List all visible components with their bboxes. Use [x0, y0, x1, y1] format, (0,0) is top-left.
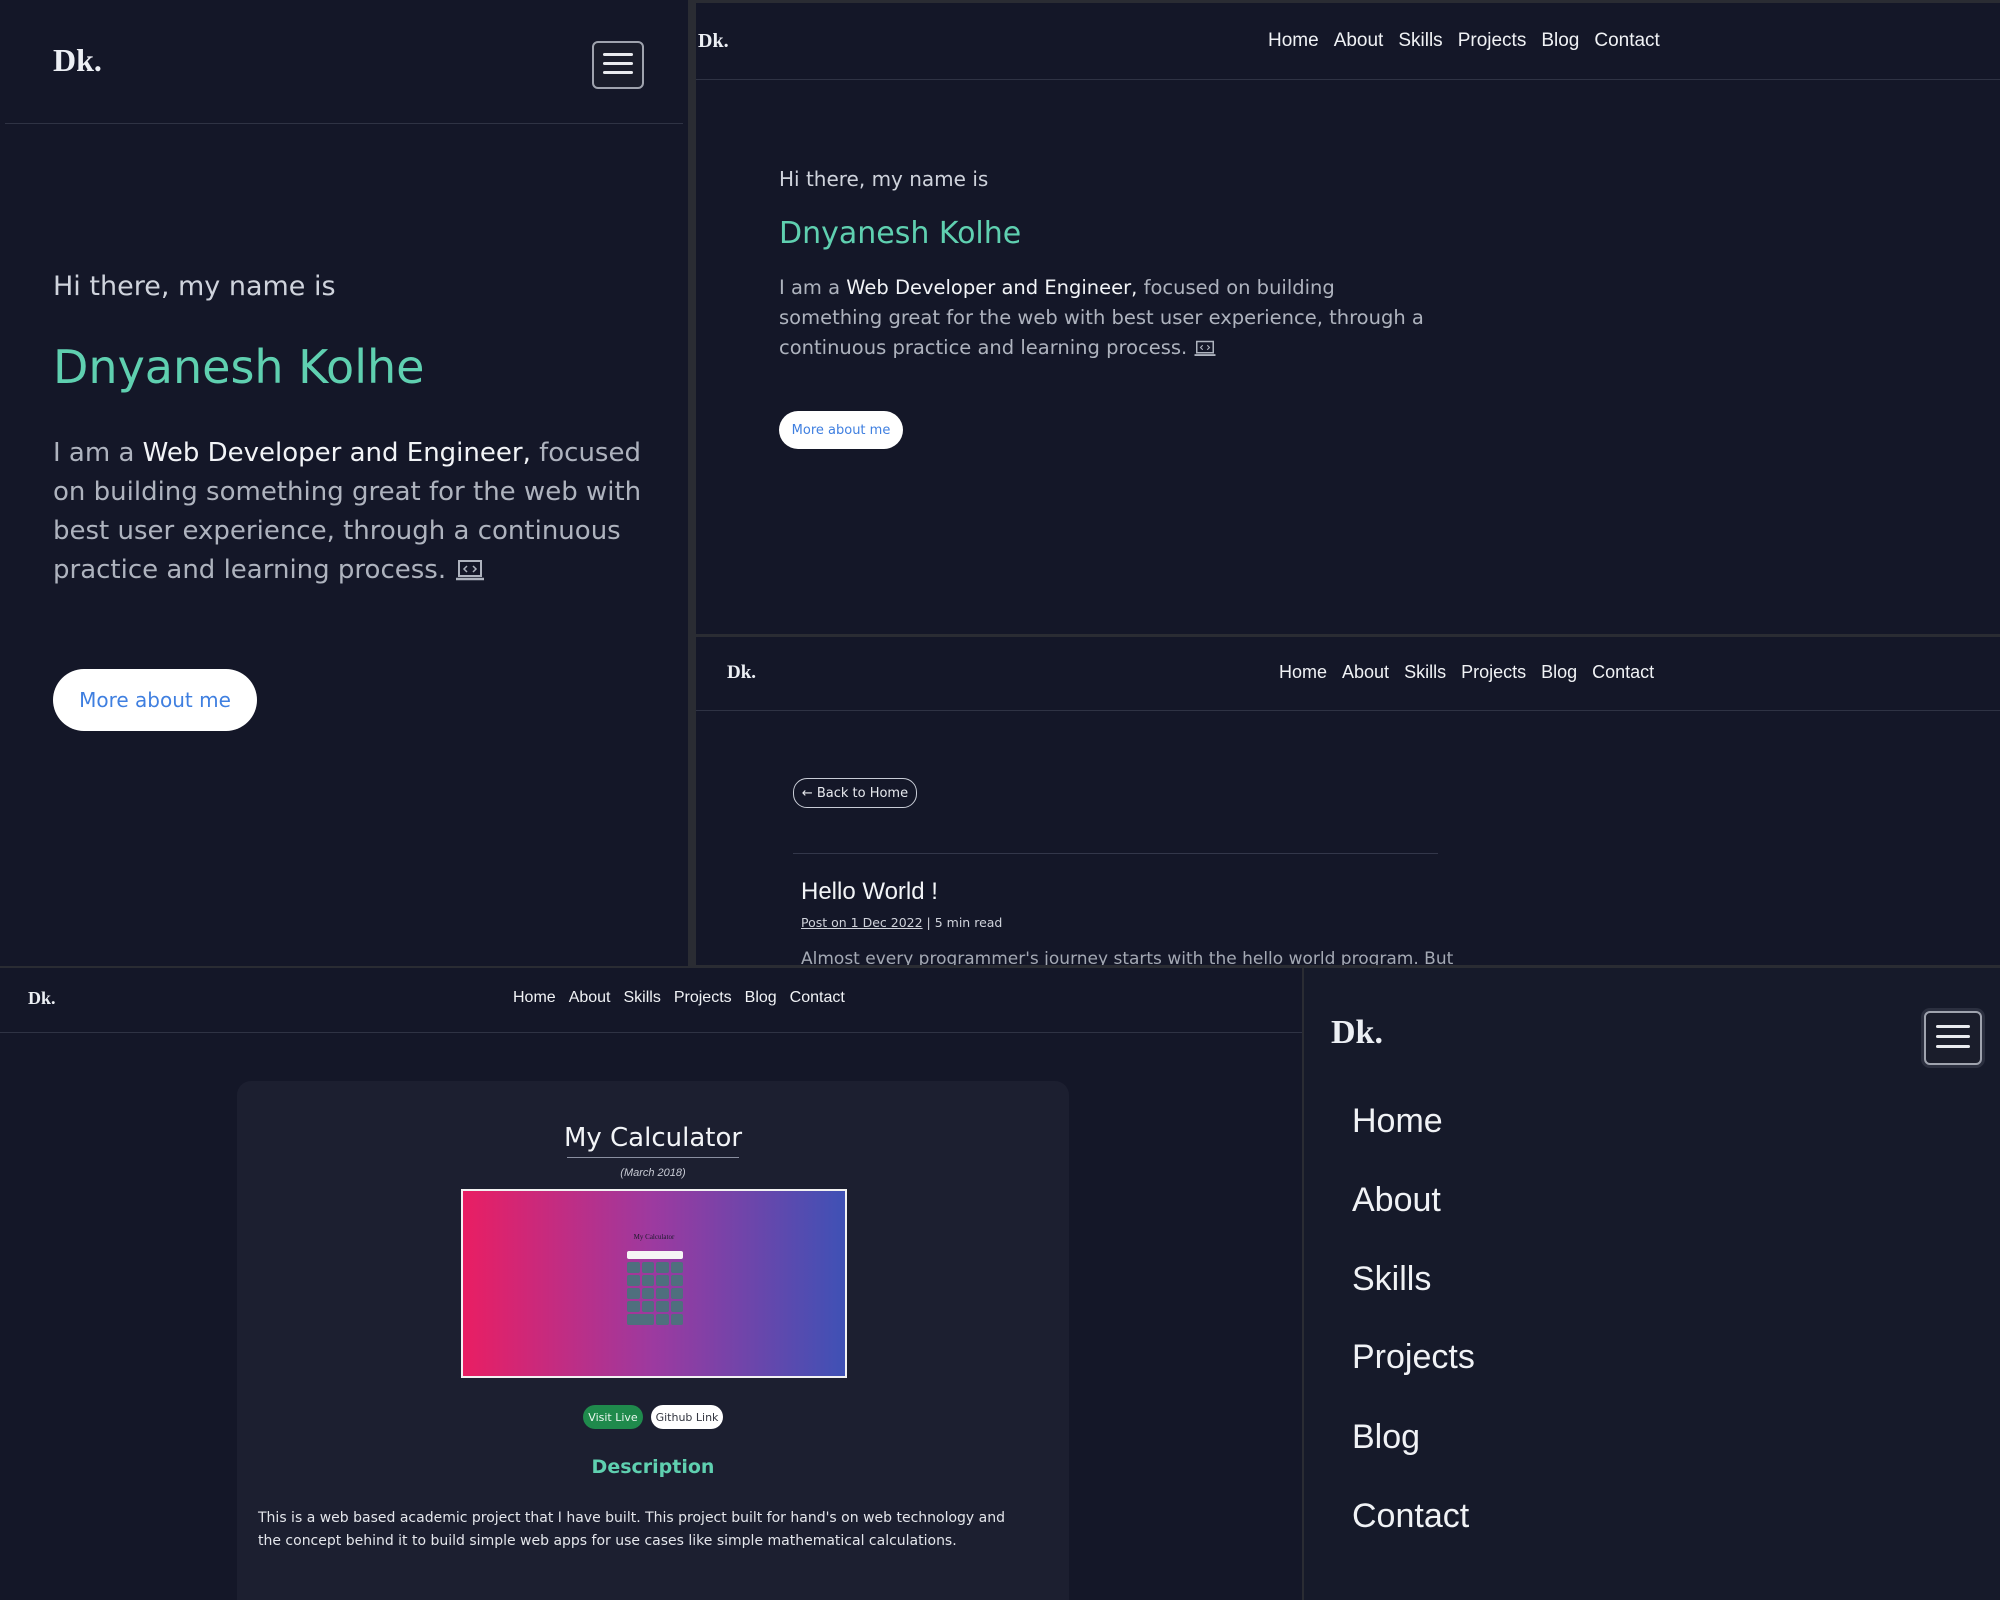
nav-contact[interactable]: Contact — [1594, 30, 1659, 52]
post-date: Post on 1 Dec 2022 — [801, 915, 923, 930]
blog-post-screenshot: Dk. Home About Skills Projects Blog Cont… — [696, 637, 2000, 965]
hero-name: Dnyanesh Kolhe — [779, 216, 1022, 251]
nav-blog[interactable]: Blog — [1541, 30, 1579, 52]
nav-contact[interactable]: Contact — [790, 989, 845, 1007]
hero-name: Dnyanesh Kolhe — [53, 340, 425, 394]
nav-projects[interactable]: Projects — [674, 989, 732, 1007]
laptop-code-icon — [1194, 340, 1216, 356]
mobile-nav-about[interactable]: About — [1352, 1181, 1441, 1220]
mobile-nav-contact[interactable]: Contact — [1352, 1497, 1469, 1536]
nav-home[interactable]: Home — [513, 989, 556, 1007]
header-divider — [696, 79, 2000, 80]
nav-blog[interactable]: Blog — [745, 989, 777, 1007]
post-meta: Post on 1 Dec 2022 | 5 min read — [801, 915, 1002, 930]
menu-button[interactable] — [592, 41, 644, 89]
brand-logo[interactable]: Dk. — [727, 662, 756, 684]
project-thumbnail: My Calculator — [461, 1189, 847, 1378]
mobile-nav-blog[interactable]: Blog — [1352, 1418, 1420, 1457]
main-nav: Home About Skills Projects Blog Contact — [513, 989, 845, 1007]
desktop-hero-screenshot: Dk. Home About Skills Projects Blog Cont… — [696, 3, 2000, 634]
nav-home[interactable]: Home — [1279, 662, 1327, 683]
nav-contact[interactable]: Contact — [1592, 662, 1654, 683]
brand-logo[interactable]: Dk. — [1331, 1014, 1383, 1052]
mobile-nav-home[interactable]: Home — [1352, 1102, 1443, 1141]
brand-logo[interactable]: Dk. — [28, 988, 56, 1009]
nav-projects[interactable]: Projects — [1458, 30, 1527, 52]
post-excerpt: Almost every programmer's journey starts… — [801, 949, 1454, 965]
nav-about[interactable]: About — [1334, 30, 1384, 52]
hero-greeting: Hi there, my name is — [53, 271, 336, 302]
nav-skills[interactable]: Skills — [1398, 30, 1442, 52]
mobile-menu-screenshot: Dk. Home About Skills Projects Blog Cont… — [1304, 968, 2000, 1600]
menu-button[interactable] — [1924, 1011, 1982, 1065]
thumb-keys — [627, 1262, 683, 1325]
back-to-home-button[interactable]: ← Back to Home — [793, 778, 917, 808]
header-divider — [0, 1032, 1302, 1033]
more-about-me-button[interactable]: More about me — [53, 669, 257, 731]
mobile-hero-screenshot: Dk. Hi there, my name is Dnyanesh Kolhe … — [0, 0, 688, 966]
nav-skills[interactable]: Skills — [624, 989, 661, 1007]
post-divider — [793, 853, 1438, 854]
nav-blog[interactable]: Blog — [1541, 662, 1577, 683]
project-title: My Calculator — [563, 1123, 743, 1153]
more-about-me-button[interactable]: More about me — [779, 411, 903, 449]
main-nav: Home About Skills Projects Blog Contact — [1279, 662, 1654, 683]
description-text: This is a web based academic project tha… — [258, 1510, 1005, 1549]
post-title: Hello World ! — [801, 878, 938, 905]
description-heading: Description — [591, 1456, 715, 1478]
brand-logo[interactable]: Dk. — [698, 30, 729, 53]
main-nav: Home About Skills Projects Blog Contact — [1268, 30, 1660, 52]
project-date: (March 2018) — [620, 1167, 686, 1179]
hero-bio: I am a Web Developer and Engineer, focus… — [779, 276, 1424, 359]
project-card: My Calculator (March 2018) My Calculator… — [237, 1081, 1069, 1600]
arrow-left-icon: ← — [801, 785, 813, 801]
hero-bio: I am a Web Developer and Engineer, focus… — [53, 438, 642, 585]
bio-highlight: Web Developer and Engineer, — [142, 438, 531, 468]
post-read-time: | 5 min read — [922, 915, 1003, 930]
project-detail-screenshot: Dk. Home About Skills Projects Blog Cont… — [0, 968, 1302, 1600]
nav-projects[interactable]: Projects — [1461, 662, 1526, 683]
brand-logo[interactable]: Dk. — [53, 42, 102, 79]
nav-home[interactable]: Home — [1268, 30, 1319, 52]
thumb-calculator — [627, 1251, 683, 1333]
laptop-code-icon — [456, 559, 485, 580]
thumb-app-title: My Calculator — [633, 1233, 675, 1241]
nav-about[interactable]: About — [569, 989, 611, 1007]
github-link-button[interactable]: Github Link — [651, 1405, 723, 1429]
nav-skills[interactable]: Skills — [1404, 662, 1446, 683]
thumb-display — [627, 1251, 683, 1259]
hero-greeting: Hi there, my name is — [779, 167, 989, 191]
header-divider — [696, 710, 2000, 711]
visit-live-button[interactable]: Visit Live — [583, 1405, 643, 1429]
bio-highlight: Web Developer and Engineer, — [846, 276, 1138, 299]
mobile-nav-projects[interactable]: Projects — [1352, 1338, 1475, 1377]
project-title-underline — [567, 1157, 739, 1158]
header-divider — [5, 123, 683, 124]
nav-about[interactable]: About — [1342, 662, 1389, 683]
mobile-nav-skills[interactable]: Skills — [1352, 1260, 1431, 1299]
